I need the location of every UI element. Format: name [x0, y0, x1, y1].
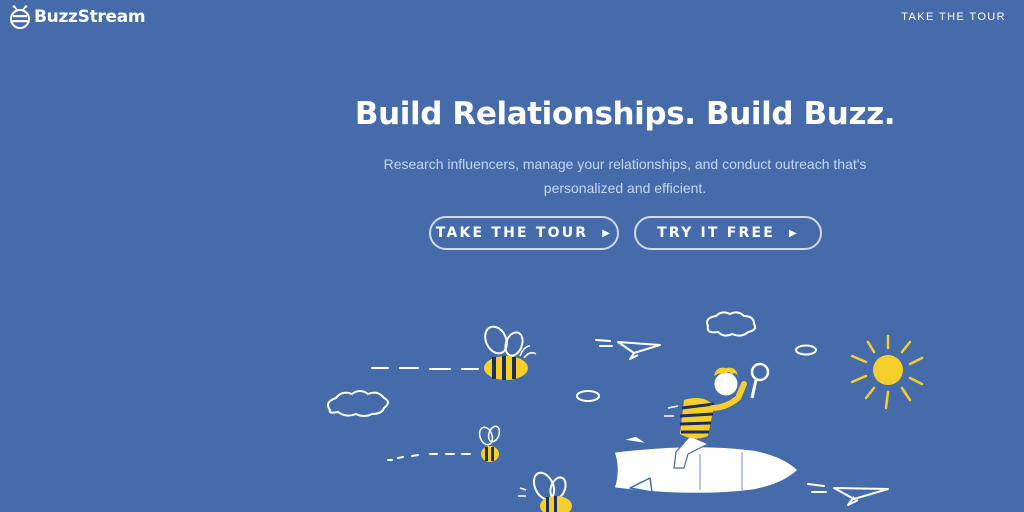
bee-icon — [484, 325, 537, 380]
bee-icon — [478, 425, 501, 462]
cloud-icon — [576, 390, 600, 402]
paper-plane-icon — [595, 339, 661, 360]
bee-icon — [518, 471, 572, 512]
cloud-icon — [795, 344, 817, 356]
cloud-icon — [327, 390, 389, 417]
hero-illustration — [327, 311, 924, 512]
sun-icon — [850, 334, 924, 410]
flight-trail — [371, 367, 479, 461]
paper-plane-icon — [807, 483, 889, 506]
cloud-icon — [706, 311, 757, 337]
